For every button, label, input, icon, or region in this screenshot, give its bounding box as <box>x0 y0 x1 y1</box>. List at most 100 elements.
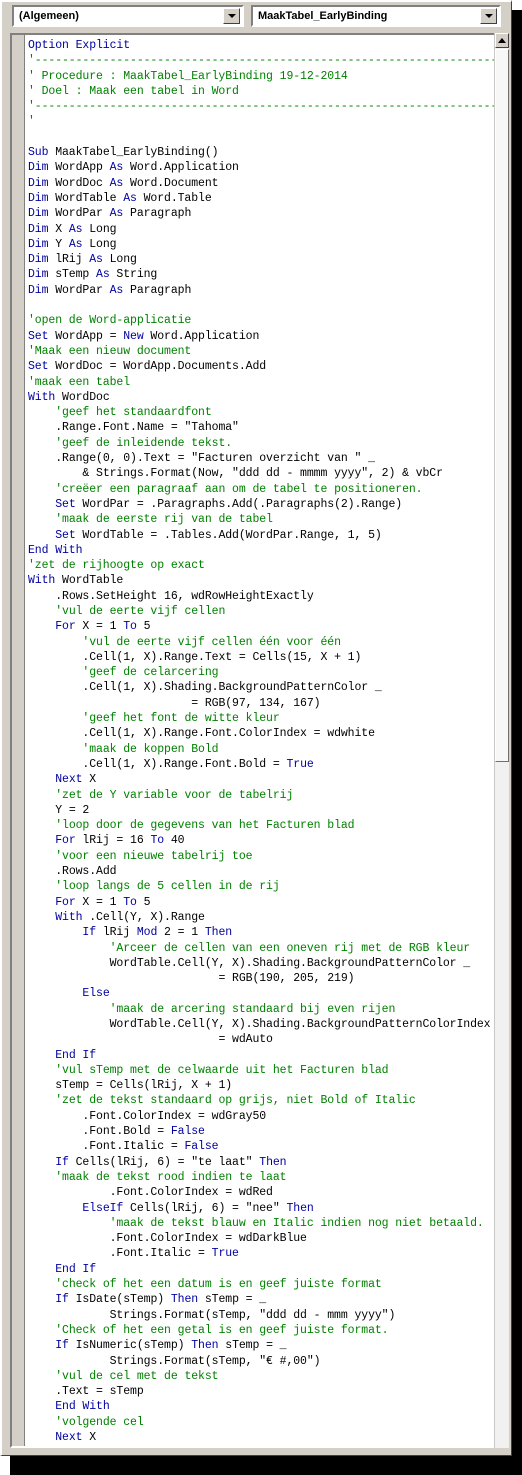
code-token: If <box>55 1339 69 1353</box>
code-token: 'geef het font de witte kleur <box>82 712 280 726</box>
code-token: X <box>48 222 69 236</box>
code-token: 'geef de inleidende tekst. <box>55 436 233 450</box>
code-line: With WordDoc <box>28 390 481 405</box>
code-token: If <box>55 1155 69 1169</box>
code-token: Dim <box>28 207 49 221</box>
window-drop-shadow-right <box>512 10 522 1475</box>
code-line: 'voor een nieuwe tabelrij toe <box>28 849 481 864</box>
code-token: 'geef het standaardfont <box>55 406 212 420</box>
object-dropdown[interactable]: (Algemeen) <box>12 5 244 27</box>
code-line: 'zet de rijhoogte op exact <box>28 558 481 573</box>
code-token: Word.Table <box>136 191 212 205</box>
code-token: Paragraph <box>123 283 192 297</box>
code-token: 'Check of het een getal is en geef juist… <box>55 1323 389 1337</box>
margin-indicator-bar[interactable] <box>12 35 25 1446</box>
code-token: 'loop langs de 5 cellen in de rij <box>55 880 280 894</box>
code-line: WordTable.Cell(Y, X).Shading.BackgroundP… <box>28 1017 491 1032</box>
object-dropdown-value: (Algemeen) <box>19 10 79 22</box>
code-token: Strings.Format(sTemp, "ddd dd - mmm yyyy… <box>109 1308 396 1322</box>
code-line: Dim WordPar As Paragraph <box>28 283 481 298</box>
code-line: Set WordPar = .Paragraphs.Add(.Paragraph… <box>28 497 481 512</box>
code-line: 'maak de tekst blauw en Italic indien no… <box>28 1216 484 1231</box>
code-line: Set WordApp = New Word.Application <box>28 329 481 344</box>
code-line: If IsNumeric(sTemp) Then sTemp = _ <box>28 1338 481 1353</box>
vba-code-window: (Algemeen) MaakTabel_EarlyBinding Option… <box>0 0 512 1456</box>
code-line: Strings.Format(sTemp, "€ #,00") <box>28 1354 481 1369</box>
code-token: Dim <box>28 237 49 251</box>
code-token: .Cell(1, X).Range.Font.ColorIndex = wdwh… <box>82 727 375 741</box>
code-line: 'zet de tekst standaard op grijs, niet B… <box>28 1093 481 1108</box>
code-token: Word.Application <box>143 329 260 343</box>
code-line: .Font.Bold = False <box>28 1124 481 1139</box>
chevron-down-icon[interactable] <box>480 8 497 24</box>
chevron-down-icon[interactable] <box>223 8 240 24</box>
code-token: Sub <box>28 146 49 160</box>
code-token: 'vul sTemp met de celwaarde uit het Fact… <box>55 1063 389 1077</box>
code-line: If IsDate(sTemp) Then sTemp = _ <box>28 1292 481 1307</box>
code-token: If <box>55 1293 69 1307</box>
code-line: 'geef het font de witte kleur <box>28 711 481 726</box>
code-token: With <box>55 910 83 924</box>
code-line: 'creëer een paragraaf aan om de tabel te… <box>28 482 481 497</box>
code-line: ElseIf Cells(lRij, 6) = "nee" Then <box>28 1201 481 1216</box>
code-token: .Cell(1, X).Shading.BackgroundPatternCol… <box>82 681 382 695</box>
code-token: WordPar <box>48 207 110 221</box>
code-line: 'volgende rij <box>28 1445 481 1448</box>
code-line: Strings.Format(sTemp, "ddd dd - mmm yyyy… <box>28 1308 481 1323</box>
code-token: Long <box>102 253 137 267</box>
code-line: Dim WordTable As Word.Table <box>28 191 481 206</box>
code-token: Then <box>259 1155 287 1169</box>
code-line: 'loop door de gegevens van het Facturen … <box>28 818 481 833</box>
code-token: Dim <box>28 176 49 190</box>
procedure-dropdown[interactable]: MaakTabel_EarlyBinding <box>251 5 501 27</box>
code-token: End With <box>28 543 83 557</box>
window-drop-shadow-bottom <box>10 1456 522 1475</box>
code-token: IsDate(sTemp) <box>68 1293 171 1307</box>
code-line: Dim WordPar As Paragraph <box>28 206 481 221</box>
code-line: = RGB(97, 134, 167) <box>28 696 481 711</box>
code-token: 'volgende rij <box>55 1446 143 1448</box>
code-token: WordDoc = WordApp.Documents.Add <box>48 360 267 374</box>
procedure-dropdown-value: MaakTabel_EarlyBinding <box>258 10 388 22</box>
code-token: True <box>286 757 314 771</box>
code-token: X = 1 <box>75 620 124 634</box>
vertical-scrollbar[interactable] <box>494 33 509 1448</box>
code-token: sTemp <box>48 268 97 282</box>
code-token: ' <box>28 115 35 129</box>
code-line: 'volgende cel <box>28 1415 481 1430</box>
code-token: If <box>82 926 97 940</box>
code-line: .Rows.SetHeight 16, wdRowHeightExactly <box>28 589 481 604</box>
code-line: .Font.ColorIndex = wdDarkBlue <box>28 1231 481 1246</box>
code-token: As <box>123 191 137 205</box>
code-line: End If <box>28 1262 481 1277</box>
code-line: = RGB(190, 205, 219) <box>28 971 481 986</box>
code-line: Set WordDoc = WordApp.Documents.Add <box>28 359 481 374</box>
caret-up-icon[interactable] <box>495 33 509 48</box>
code-token: '---------------------------------------… <box>28 100 498 114</box>
code-line: 'maak de arcering standaard bij even rij… <box>28 1002 481 1017</box>
code-line: End With <box>28 1399 481 1414</box>
code-token: 'open de Word-applicatie <box>28 314 192 328</box>
code-line: Dim WordDoc As Word.Document <box>28 176 481 191</box>
code-line: ' Procedure : MaakTabel_EarlyBinding 19-… <box>28 69 481 84</box>
code-line: 'maak de koppen Bold <box>28 742 481 757</box>
code-token: 'vul de eerte vijf cellen <box>55 604 226 618</box>
code-editor-pane[interactable]: Option Explicit '------------------------… <box>10 33 499 1448</box>
code-line: .Cell(1, X).Shading.BackgroundPatternCol… <box>28 680 481 695</box>
code-token: lRij <box>96 926 137 940</box>
code-token: WordTable <box>48 191 124 205</box>
code-line: Next X <box>28 1430 481 1445</box>
code-line: .Cell(1, X).Range.Font.Bold = True <box>28 757 481 772</box>
code-token: Y = 2 <box>55 803 90 817</box>
code-token: Next <box>55 1431 83 1445</box>
code-token: False <box>184 1140 219 1154</box>
scrollbar-thumb[interactable] <box>495 49 509 762</box>
code-line: For X = 1 To 5 <box>28 619 481 634</box>
window-shadow-notch-top <box>512 0 522 10</box>
code-token: 'maak een tabel <box>28 375 131 389</box>
code-token: sTemp = _ <box>218 1339 287 1353</box>
code-text-area[interactable]: Option Explicit '------------------------… <box>28 38 497 1448</box>
code-token: '---------------------------------------… <box>28 54 498 68</box>
code-line: '---------------------------------------… <box>28 53 497 68</box>
code-token: To <box>123 620 137 634</box>
